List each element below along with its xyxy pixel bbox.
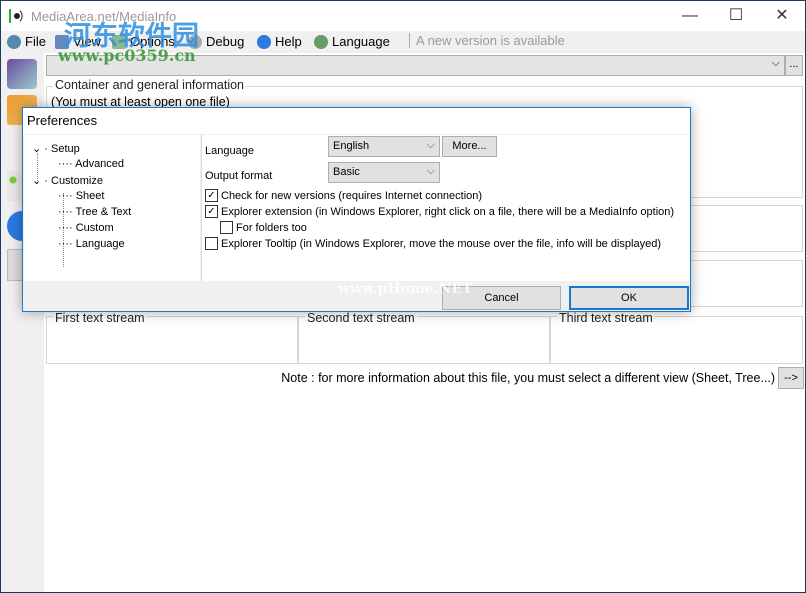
help-icon [257,34,271,49]
checkbox-label: Explorer extension (in Windows Explorer,… [221,205,675,218]
menu-label: Language [332,34,390,49]
title-bar: MediaArea.net/MediaInfo — ☐ ✕ [1,1,805,31]
window-title: MediaArea.net/MediaInfo [31,9,177,24]
checkbox-checked[interactable]: ✓ [205,189,218,202]
open-file-icon[interactable] [7,59,37,89]
tree-label: Advanced [75,158,125,170]
menu-debug[interactable]: Debug [188,34,244,49]
menu-options[interactable]: Options [112,34,175,49]
menu-label: Debug [206,34,245,49]
tree-label: Setup [51,143,80,155]
group-title: Third text stream [557,311,655,325]
preferences-tree: ⌄ · Setup ···· Advanced ⌄ · Customize ··… [24,135,200,281]
dialog-title: Preferences [27,113,98,128]
checkbox-label: Explorer Tooltip (in Windows Explorer, m… [221,237,661,250]
select-value: English [333,140,370,152]
explorer-tooltip-checkbox[interactable]: Explorer Tooltip (in Windows Explorer, m… [205,237,661,250]
preferences-panel: Language English ⌵ More... Output format … [201,135,690,281]
menu-bar: File View Options Debug Help Language A … [1,31,805,53]
checkbox-label: Check for new versions (requires Interne… [221,189,483,202]
tree-item-customize[interactable]: ⌄ · Customize [32,174,103,187]
menu-file[interactable]: File [7,34,46,49]
group-title: Second text stream [305,311,417,325]
file-icon [7,34,21,49]
tree-label: Tree & Text [75,206,132,218]
chevron-down-icon: ⌵ [426,165,435,177]
tree-item-language[interactable]: ···· Language [58,238,125,250]
text-stream-1: First text stream [46,311,298,364]
menu-view[interactable]: View [55,34,101,49]
dialog-title-bar: Preferences [23,108,690,134]
options-icon [112,34,126,49]
preferences-dialog: Preferences ⌄ · Setup ···· Advanced ⌄ · … [22,107,691,312]
app-icon [9,9,23,23]
tree-item-custom[interactable]: ···· Custom [58,222,114,234]
text-stream-3: Third text stream [550,311,803,364]
debug-icon [188,34,202,49]
language-label: Language [205,145,254,157]
file-selector[interactable]: ⌵ [46,55,785,76]
group-title: First text stream [53,311,147,325]
folders-too-checkbox[interactable]: For folders too [220,221,307,234]
tree-label: Sheet [75,190,105,202]
tree-label: Language [75,238,125,250]
output-format-label: Output format [205,170,273,182]
checkbox-checked[interactable]: ✓ [205,205,218,218]
text-stream-2: Second text stream [298,311,550,364]
select-value: Basic [333,166,360,178]
tree-item-tree-text[interactable]: ···· Tree & Text [58,206,131,218]
cancel-button[interactable]: Cancel [442,286,561,310]
chevron-down-icon[interactable]: ⌄ [32,175,41,187]
check-versions-checkbox[interactable]: ✓ Check for new versions (requires Intern… [205,189,482,202]
menu-label: View [73,34,101,49]
menu-label: File [25,34,46,49]
checkbox-unchecked[interactable] [205,237,218,250]
output-format-select[interactable]: Basic ⌵ [328,162,440,183]
chevron-down-icon: ⌵ [426,139,435,151]
checkbox-label: For folders too [236,221,307,234]
group-title: Container and general information [53,78,247,92]
tree-item-sheet[interactable]: ···· Sheet [58,190,104,202]
tree-label: Custom [75,222,114,234]
tree-item-advanced[interactable]: ···· Advanced [58,158,124,170]
tree-item-setup[interactable]: ⌄ · Setup [32,142,80,155]
globe-icon [314,34,328,49]
checkbox-unchecked[interactable] [220,221,233,234]
browse-button[interactable]: ... [785,55,803,76]
note-text: Note : for more information about this f… [281,371,775,385]
ok-button[interactable]: OK [569,286,689,310]
language-select[interactable]: English ⌵ [328,136,440,157]
chevron-down-icon: ⌵ [771,57,780,69]
explorer-extension-checkbox[interactable]: ✓ Explorer extension (in Windows Explorer… [205,205,674,218]
menu-language[interactable]: Language [314,34,390,49]
tree-label: Customize [51,175,103,187]
chevron-down-icon[interactable]: ⌄ [32,143,41,155]
new-version-notice[interactable]: A new version is available [409,33,565,48]
close-button[interactable]: ✕ [759,5,805,27]
next-view-button[interactable]: --> [778,367,804,389]
more-button[interactable]: More... [442,136,497,157]
minimize-button[interactable]: — [667,5,713,27]
menu-label: Help [275,34,302,49]
menu-label: Options [130,34,175,49]
menu-help[interactable]: Help [257,34,302,49]
view-icon [55,34,69,49]
maximize-button[interactable]: ☐ [713,5,759,27]
